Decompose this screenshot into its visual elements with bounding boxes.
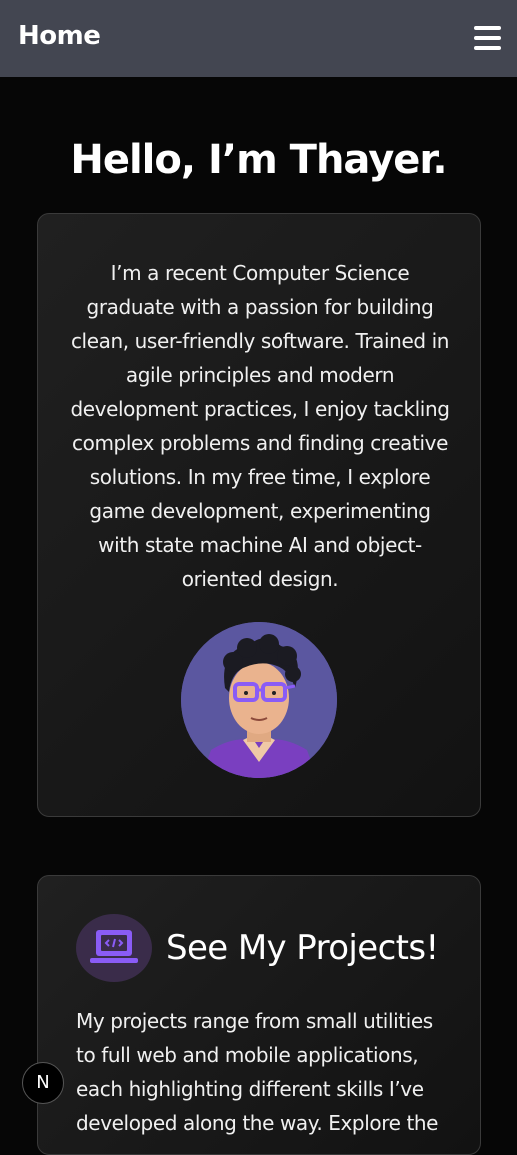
projects-heading: See My Projects!	[166, 928, 439, 968]
nextjs-dev-badge[interactable]: N	[22, 1062, 64, 1104]
about-card: I’m a recent Computer Science graduate w…	[37, 213, 481, 817]
page-title[interactable]: Home	[18, 21, 101, 51]
projects-paragraph: My projects range from small utilities t…	[76, 1009, 439, 1135]
about-paragraph: I’m a recent Computer Science graduate w…	[70, 261, 450, 591]
hero-heading: Hello, I’m Thayer.	[70, 137, 447, 183]
top-nav-bar: Home	[0, 0, 517, 77]
projects-card: See My Projects! My projects range from …	[37, 875, 481, 1155]
hamburger-menu-icon[interactable]	[474, 26, 501, 50]
laptop-code-icon	[76, 914, 152, 982]
profile-avatar	[181, 622, 337, 778]
